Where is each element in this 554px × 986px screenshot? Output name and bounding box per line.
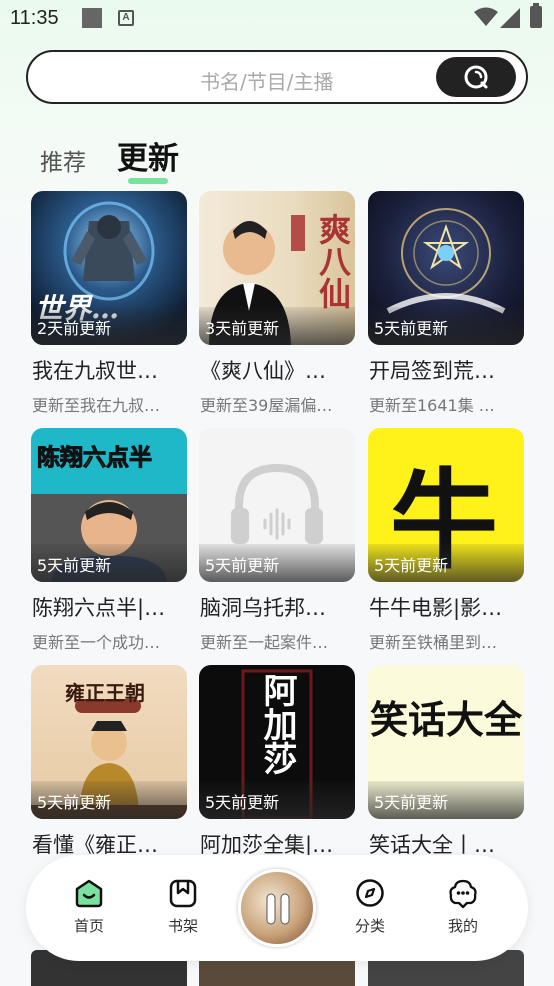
- nav-label: 我的: [447, 917, 478, 935]
- update-time-badge: 5天前更新: [37, 793, 112, 812]
- item-title[interactable]: 我在九叔世…: [32, 355, 188, 385]
- cover-text: 雍正王朝: [65, 681, 145, 705]
- bottom-nav: 首页 书架 分类 我的: [26, 855, 528, 961]
- list-item[interactable]: 爽八仙 3天前更新 《爽八仙》… 更新至39屋漏偏…: [199, 191, 355, 415]
- signal-icon: [500, 8, 520, 28]
- nav-category[interactable]: 分类: [335, 877, 405, 936]
- list-item[interactable]: 牛 5天前更新 牛牛电影|影… 更新至铁桶里到…: [368, 428, 524, 652]
- item-subtitle: 更新至我在九叔…: [32, 396, 161, 415]
- book-cover[interactable]: 陈翔六点半 5天前更新: [31, 428, 187, 582]
- nav-profile[interactable]: 我的: [428, 877, 498, 936]
- book-cover[interactable]: 爽八仙 3天前更新: [199, 191, 355, 345]
- cover-text: 阿加莎: [257, 673, 297, 775]
- tab-recommend[interactable]: 推荐: [40, 143, 86, 177]
- list-item[interactable]: 陈翔六点半 5天前更新 陈翔六点半|… 更新至一个成功…: [31, 428, 187, 652]
- update-time-badge: 5天前更新: [205, 793, 280, 812]
- nav-home[interactable]: 首页: [54, 877, 124, 936]
- cover-text: 笑话大全: [370, 697, 523, 742]
- update-time-badge: 5天前更新: [37, 556, 112, 575]
- status-time: 11:35: [10, 7, 59, 29]
- list-item[interactable]: 笑话大全 5天前更新 笑话大全丨…: [368, 665, 524, 857]
- list-item[interactable]: 5天前更新 脑洞乌托邦… 更新至一起案件…: [199, 428, 355, 652]
- profile-icon: [449, 879, 477, 909]
- item-title[interactable]: 陈翔六点半|…: [32, 592, 188, 622]
- list-item[interactable]: 5天前更新 开局签到荒… 更新至1641集 …: [368, 191, 524, 415]
- category-icon: [356, 879, 384, 907]
- search-button[interactable]: [436, 57, 516, 97]
- update-time-badge: 5天前更新: [205, 556, 280, 575]
- app-notification-icon: A: [118, 10, 134, 26]
- update-time-badge: 5天前更新: [374, 319, 449, 338]
- update-time-badge: 2天前更新: [37, 319, 112, 338]
- book-cover[interactable]: 笑话大全 5天前更新: [368, 665, 524, 819]
- nav-label: 分类: [354, 917, 385, 935]
- cover-text: 爽八仙: [314, 213, 352, 309]
- update-time-badge: 5天前更新: [374, 556, 449, 575]
- search-bar[interactable]: 书名/节目/主播: [26, 50, 528, 104]
- item-subtitle: 更新至一个成功…: [32, 633, 161, 652]
- item-subtitle: 更新至39屋漏偏…: [200, 396, 333, 415]
- now-playing-button[interactable]: [238, 869, 316, 947]
- book-cover[interactable]: 雍正王朝 5天前更新: [31, 665, 187, 819]
- list-item[interactable]: 世界… 2天前更新 我在九叔世… 更新至我在九叔…: [31, 191, 187, 415]
- item-subtitle: 更新至铁桶里到…: [369, 633, 498, 652]
- tab-active-indicator: [128, 178, 168, 184]
- cover-text: 陈翔六点半: [37, 445, 153, 472]
- nav-label: 书架: [167, 917, 198, 935]
- status-bar: 11:35 A: [0, 0, 554, 38]
- item-title[interactable]: 脑洞乌托邦…: [200, 592, 356, 622]
- notification-icon: [82, 8, 102, 28]
- book-cover[interactable]: 5天前更新: [199, 428, 355, 582]
- tab-update[interactable]: 更新: [117, 133, 179, 178]
- book-cover[interactable]: 阿加莎 5天前更新: [199, 665, 355, 819]
- item-title[interactable]: 《爽八仙》…: [200, 355, 356, 385]
- book-cover[interactable]: 世界… 2天前更新: [31, 191, 187, 345]
- home-icon: [75, 879, 103, 908]
- update-time-badge: 5天前更新: [374, 793, 449, 812]
- bookshelf-icon: [169, 879, 197, 908]
- search-input[interactable]: 书名/节目/主播: [200, 66, 333, 95]
- item-subtitle: 更新至一起案件…: [200, 633, 329, 652]
- wifi-icon: [474, 7, 498, 26]
- list-item[interactable]: 阿加莎 5天前更新 阿加莎全集|…: [199, 665, 355, 857]
- item-title[interactable]: 牛牛电影|影…: [369, 592, 525, 622]
- nav-label: 首页: [73, 917, 104, 935]
- item-title[interactable]: 开局签到荒…: [369, 355, 525, 385]
- item-subtitle: 更新至1641集 …: [369, 396, 495, 415]
- book-cover[interactable]: 5天前更新: [368, 191, 524, 345]
- list-item[interactable]: 雍正王朝 5天前更新 看懂《雍正…: [31, 665, 187, 857]
- nav-bookshelf[interactable]: 书架: [148, 877, 218, 936]
- update-time-badge: 3天前更新: [205, 319, 280, 338]
- pause-icon: [266, 893, 290, 925]
- battery-icon: [530, 3, 542, 28]
- search-icon: [464, 65, 488, 89]
- book-cover[interactable]: 牛 5天前更新: [368, 428, 524, 582]
